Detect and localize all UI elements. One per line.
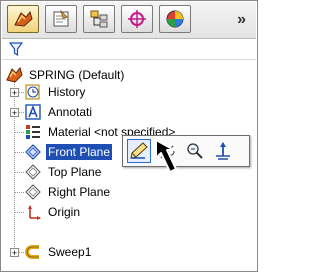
- plane-icon: [24, 183, 42, 201]
- part-icon: [5, 66, 23, 84]
- normal-to-icon: [216, 142, 230, 160]
- plane-icon: [24, 163, 42, 181]
- property-manager-tab[interactable]: [45, 5, 77, 33]
- edit-sketch-button[interactable]: [127, 139, 151, 163]
- tree-item-label: Right Plane: [48, 185, 111, 199]
- display-manager-icon: [166, 10, 184, 28]
- tree-connector: [14, 132, 24, 133]
- property-manager-icon: [53, 9, 69, 27]
- mouse-pointer-icon: [155, 139, 177, 173]
- tree-item-right-plane[interactable]: Right Plane: [24, 182, 112, 202]
- tree-connector: [14, 152, 24, 153]
- tree-item-label: Annotati: [48, 105, 93, 119]
- tree-connector: [14, 212, 24, 213]
- manager-tab-bar: »: [2, 2, 256, 39]
- normal-to-button[interactable]: [211, 139, 235, 163]
- tree-item-label: Top Plane: [48, 165, 102, 179]
- expand-sweep1-button[interactable]: +: [10, 248, 19, 258]
- tree-item-history[interactable]: History: [24, 82, 87, 102]
- feature-manager-panel: » SPRING (Default) + History + Annotati …: [0, 0, 258, 272]
- material-icon: [24, 123, 42, 141]
- origin-icon: [24, 203, 42, 221]
- tree-item-label: History: [48, 85, 86, 99]
- expand-annotations-button[interactable]: +: [10, 108, 19, 118]
- tab-overflow-button[interactable]: »: [237, 11, 246, 29]
- dimxpert-icon: [128, 10, 146, 28]
- tree-item-label: Sweep1: [48, 245, 92, 259]
- tree-root-label: SPRING (Default): [29, 68, 125, 82]
- expand-history-button[interactable]: +: [10, 88, 19, 98]
- configuration-manager-tab[interactable]: [83, 5, 115, 33]
- tree-item-label: Front Plane: [46, 144, 113, 160]
- tree-item-label: Origin: [48, 205, 81, 219]
- tree-item-annotations[interactable]: Annotati: [24, 102, 94, 122]
- tree-connector: [14, 192, 24, 193]
- plane-icon: [24, 143, 42, 161]
- tree-item-top-plane[interactable]: Top Plane: [24, 162, 103, 182]
- feature-manager-icon: [14, 10, 33, 27]
- annotations-icon: [24, 103, 42, 121]
- edit-sketch-icon: [130, 142, 148, 159]
- tree-connector: [14, 172, 24, 173]
- feature-manager-tab[interactable]: [7, 5, 39, 33]
- filter-icon[interactable]: [9, 42, 23, 56]
- history-icon: [24, 83, 42, 101]
- tree-item-front-plane[interactable]: Front Plane: [24, 142, 113, 162]
- dimxpert-manager-tab[interactable]: [121, 5, 153, 33]
- tree-item-sweep1[interactable]: Sweep1: [24, 242, 93, 262]
- display-manager-tab[interactable]: [159, 5, 191, 33]
- configuration-manager-icon: [90, 10, 108, 28]
- sweep-icon: [24, 243, 42, 261]
- tree-filter-bar[interactable]: [2, 39, 256, 60]
- tree-item-origin[interactable]: Origin: [24, 202, 82, 222]
